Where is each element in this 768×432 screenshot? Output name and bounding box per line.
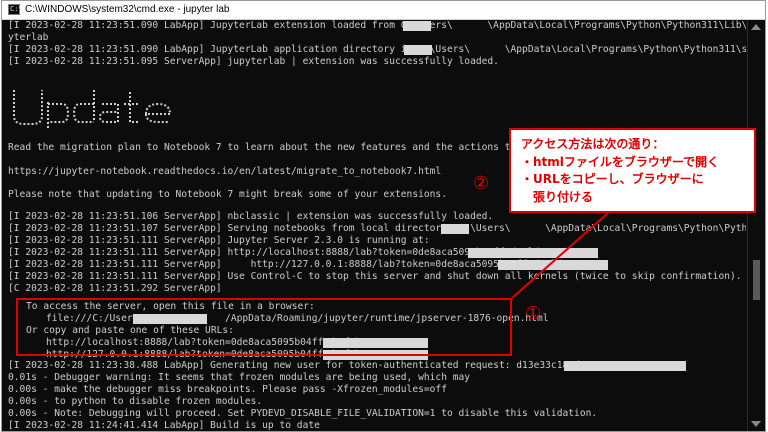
terminal-line: [I 2023-02-28 11:23:51.106 ServerApp] nb…: [8, 211, 494, 222]
callout-line: ・htmlファイルをブラウザーで開く: [521, 154, 720, 169]
marker-2: ②: [473, 173, 490, 194]
vertical-scrollbar[interactable]: [747, 20, 765, 431]
callout-note: アクセス方法は次の通り： ・htmlファイルをブラウザーで開く ・URLをコピー…: [509, 128, 756, 213]
terminal-line: 0.00s - make the debugger miss breakpoin…: [8, 384, 447, 395]
update-ascii-logo: [13, 90, 171, 128]
redaction: [564, 361, 686, 371]
terminal-line: Please note that updating to Notebook 7 …: [8, 189, 447, 200]
terminal-line: [I 2023-02-28 11:23:51.111 ServerApp] Ju…: [8, 235, 430, 246]
scroll-down-icon[interactable]: [751, 421, 761, 427]
terminal-line: [I 2023-02-28 11:23:51.090 LabApp] Jupyt…: [8, 20, 746, 31]
redaction: [403, 21, 431, 31]
redaction: [468, 248, 598, 258]
terminal-line: Read the migration plan to Notebook 7 to…: [8, 142, 586, 153]
scroll-thumb[interactable]: [753, 260, 760, 300]
terminal-line: [I 2023-02-28 11:23:51.095 ServerApp] ju…: [8, 56, 499, 67]
terminal-line: [I 2023-02-28 11:23:51.107 ServerApp] Se…: [8, 223, 746, 234]
title-bar[interactable]: C:\ C:\WINDOWS\system32\cmd.exe - jupyte…: [2, 1, 765, 20]
terminal-line: [C 2023-02-28 11:23:51.292 ServerApp]: [8, 283, 222, 294]
marker-1: ①: [525, 303, 542, 324]
terminal-line: [I 2023-02-28 11:23:38.488 LabApp] Gener…: [8, 360, 592, 371]
terminal-line: 0.01s - Debugger warning: It seems that …: [8, 372, 471, 383]
terminal-line: 0.00s - to python to disable frozen modu…: [8, 396, 263, 407]
callout-line: アクセス方法は次の通り：: [521, 137, 665, 151]
terminal-line: [I 2023-02-28 11:24:41.414 LabApp] Build…: [8, 420, 320, 431]
callout-line: ・URLをコピーし、ブラウザーに: [521, 172, 704, 186]
window-title: C:\WINDOWS\system32\cmd.exe - jupyter la…: [25, 4, 230, 15]
terminal-line: [I 2023-02-28 11:23:51.090 LabApp] Jupyt…: [8, 44, 746, 55]
redaction: [498, 260, 608, 270]
terminal-line: yterlab: [8, 32, 49, 43]
terminal-line: 0.00s - Note: Debugging will proceed. Se…: [8, 408, 598, 419]
terminal-line: [I 2023-02-28 11:23:51.111 ServerApp] ht…: [8, 259, 563, 270]
terminal-line: https://jupyter-notebook.readthedocs.io/…: [8, 166, 442, 177]
scroll-up-icon[interactable]: [751, 24, 761, 30]
cmd-window: C:\ C:\WINDOWS\system32\cmd.exe - jupyte…: [1, 0, 766, 432]
redaction: [441, 224, 469, 234]
cmd-icon: C:\: [8, 4, 23, 15]
redaction: [404, 45, 432, 55]
terminal-line: [I 2023-02-28 11:23:51.111 ServerApp] Us…: [8, 271, 742, 282]
terminal-output[interactable]: [I 2023-02-28 11:23:51.090 LabApp] Jupyt…: [8, 20, 746, 431]
terminal-line: [I 2023-02-28 11:23:51.111 ServerApp] ht…: [8, 247, 540, 258]
highlight-box-1: [16, 298, 512, 356]
callout-line: 張り付ける: [521, 189, 594, 204]
